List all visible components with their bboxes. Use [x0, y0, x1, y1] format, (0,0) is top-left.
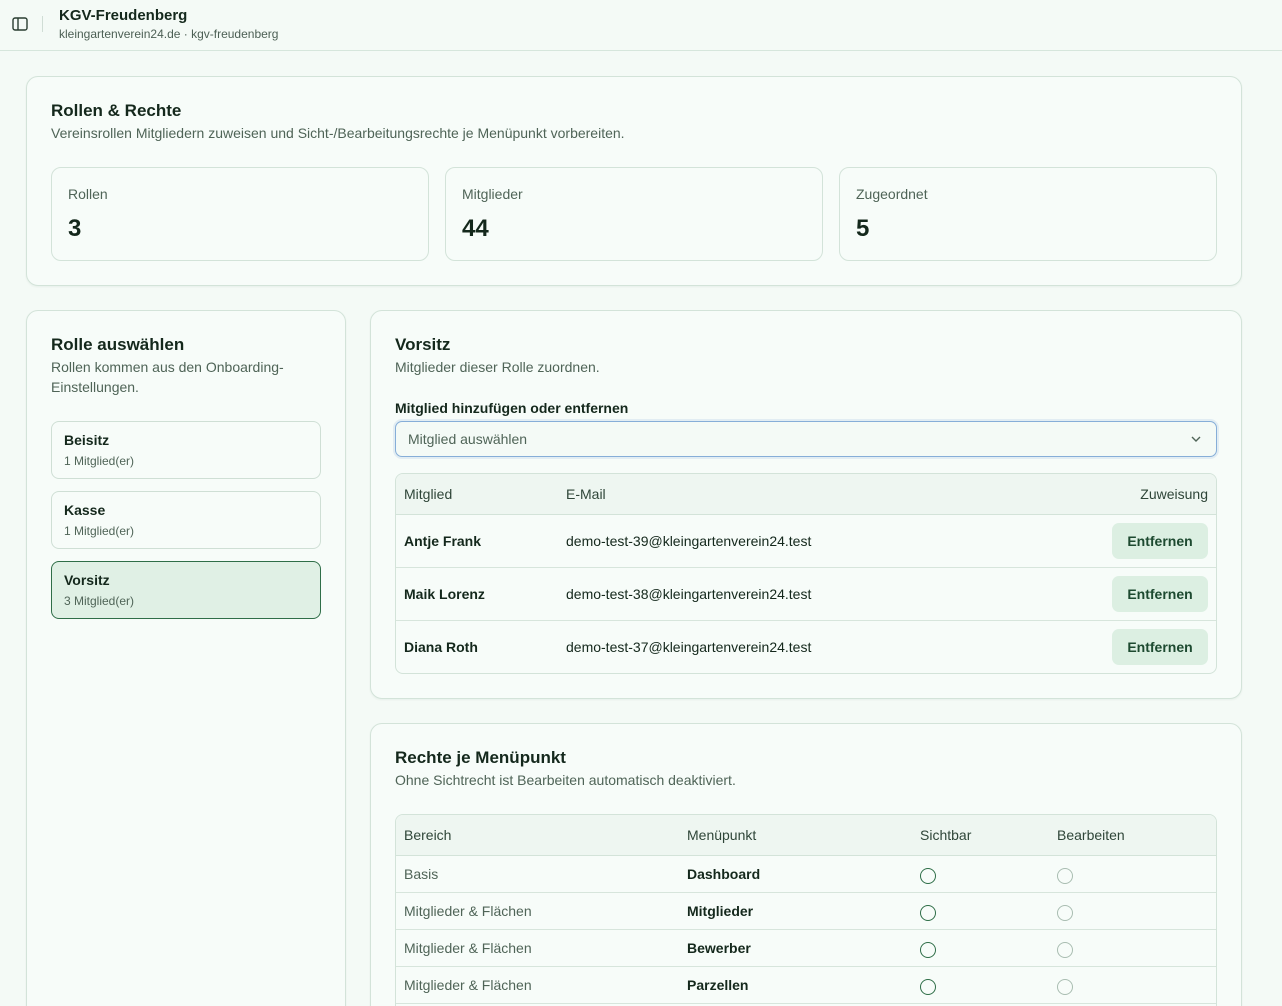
role-count: 1 Mitglied(er)	[64, 454, 135, 468]
member-email: demo-test-39@kleingartenverein24.test	[566, 533, 812, 549]
column-header-bearbeiten: Bearbeiten	[1057, 827, 1125, 843]
permission-area: Basis	[404, 866, 439, 882]
remove-button[interactable]: Entfernen	[1112, 576, 1208, 612]
role-count: 3 Mitglied(er)	[64, 594, 135, 608]
overview-card: Rollen & Rechte Vereinsrollen Mitglieder…	[26, 76, 1242, 286]
permission-area: Mitglieder & Flächen	[404, 977, 532, 993]
member-email: demo-test-38@kleingartenverein24.test	[566, 586, 812, 602]
sidebar-toggle-icon[interactable]	[10, 14, 30, 34]
role-select-title: Rolle auswählen	[51, 335, 185, 354]
table-row: Mitglieder & Flächen Parzellen	[396, 967, 1216, 1004]
site-subtitle: kleingartenverein24.de · kgv-freudenberg	[59, 27, 279, 41]
stat-card-zugeordnet: Zugeordnet 5	[839, 167, 1217, 261]
edit-toggle[interactable]	[1057, 942, 1073, 958]
member-name: Diana Roth	[404, 639, 478, 655]
edit-toggle[interactable]	[1057, 979, 1073, 995]
table-row: Basis Dashboard	[396, 856, 1216, 893]
role-detail-title: Vorsitz	[395, 335, 451, 354]
chevron-down-icon	[1191, 436, 1201, 442]
visible-toggle[interactable]	[920, 905, 936, 921]
role-detail-description: Mitglieder dieser Rolle zuordnen.	[395, 359, 600, 375]
visible-toggle[interactable]	[920, 868, 936, 884]
role-name: Beisitz	[64, 432, 110, 448]
table-row: Antje Frank demo-test-39@kleingartenvere…	[396, 515, 1216, 568]
stat-label: Zugeordnet	[856, 186, 928, 202]
header-divider	[42, 16, 43, 32]
column-header-email: E-Mail	[566, 486, 606, 502]
page-description: Vereinsrollen Mitgliedern zuweisen und S…	[51, 125, 625, 141]
stat-value: 3	[68, 215, 82, 242]
stat-label: Rollen	[68, 186, 108, 202]
column-header-menuepunkt: Menüpunkt	[687, 827, 757, 843]
table-row: Mitglieder & Flächen Mitglieder	[396, 893, 1216, 930]
permissions-description: Ohne Sichtrecht ist Bearbeiten automatis…	[395, 772, 736, 788]
member-name: Maik Lorenz	[404, 586, 485, 602]
permission-menu-item: Mitglieder	[687, 903, 754, 919]
table-header: Mitglied E-Mail Zuweisung	[396, 474, 1216, 515]
role-item-kasse[interactable]: Kasse 1 Mitglied(er)	[51, 491, 321, 549]
table-row: Mitglieder & Flächen Bewerber	[396, 930, 1216, 967]
permissions-table: Bereich Menüpunkt Sichtbar Bearbeiten Ba…	[395, 814, 1217, 1006]
table-header: Bereich Menüpunkt Sichtbar Bearbeiten	[396, 815, 1216, 856]
role-item-beisitz[interactable]: Beisitz 1 Mitglied(er)	[51, 421, 321, 479]
permission-menu-item: Parzellen	[687, 977, 749, 993]
role-select-description: Rollen kommen aus den Onboarding-Einstel…	[51, 359, 284, 395]
remove-button[interactable]: Entfernen	[1112, 523, 1208, 559]
member-select-placeholder: Mitglied auswählen	[408, 431, 528, 447]
role-detail-card: Vorsitz Mitglieder dieser Rolle zuordnen…	[370, 310, 1242, 699]
table-row: Diana Roth demo-test-37@kleingartenverei…	[396, 621, 1216, 673]
site-title: KGV-Freudenberg	[59, 7, 188, 24]
column-header-bereich: Bereich	[404, 827, 452, 843]
role-count: 1 Mitglied(er)	[64, 524, 135, 538]
role-item-vorsitz[interactable]: Vorsitz 3 Mitglied(er)	[51, 561, 321, 619]
member-name: Antje Frank	[404, 533, 482, 549]
permissions-title: Rechte je Menüpunkt	[395, 748, 566, 767]
visible-toggle[interactable]	[920, 979, 936, 995]
stat-card-rollen: Rollen 3	[51, 167, 429, 261]
permissions-card: Rechte je Menüpunkt Ohne Sichtrecht ist …	[370, 723, 1242, 1006]
table-row: Maik Lorenz demo-test-38@kleingartenvere…	[396, 568, 1216, 621]
column-header-mitglied: Mitglied	[404, 486, 453, 502]
role-name: Kasse	[64, 502, 106, 518]
role-select-card: Rolle auswählen Rollen kommen aus den On…	[26, 310, 346, 1006]
stat-value: 44	[462, 215, 489, 242]
permission-menu-item: Dashboard	[687, 866, 761, 882]
role-name: Vorsitz	[64, 572, 110, 588]
member-email: demo-test-37@kleingartenverein24.test	[566, 639, 812, 655]
permission-area: Mitglieder & Flächen	[404, 940, 532, 956]
column-header-zuweisung: Zuweisung	[1140, 486, 1208, 502]
page-title: Rollen & Rechte	[51, 101, 182, 120]
edit-toggle[interactable]	[1057, 905, 1073, 921]
members-table: Mitglied E-Mail Zuweisung Antje Frank de…	[395, 473, 1217, 674]
stat-value: 5	[856, 215, 870, 242]
visible-toggle[interactable]	[920, 942, 936, 958]
stat-label: Mitglieder	[462, 186, 523, 202]
stat-card-mitglieder: Mitglieder 44	[445, 167, 823, 261]
column-header-sichtbar: Sichtbar	[920, 827, 972, 843]
permission-area: Mitglieder & Flächen	[404, 903, 532, 919]
member-field-label: Mitglied hinzufügen oder entfernen	[395, 400, 629, 416]
member-select[interactable]: Mitglied auswählen	[395, 421, 1217, 457]
remove-button[interactable]: Entfernen	[1112, 629, 1208, 665]
top-bar: KGV-Freudenberg kleingartenverein24.de ·…	[0, 0, 1282, 51]
permission-menu-item: Bewerber	[687, 940, 751, 956]
edit-toggle[interactable]	[1057, 868, 1073, 884]
